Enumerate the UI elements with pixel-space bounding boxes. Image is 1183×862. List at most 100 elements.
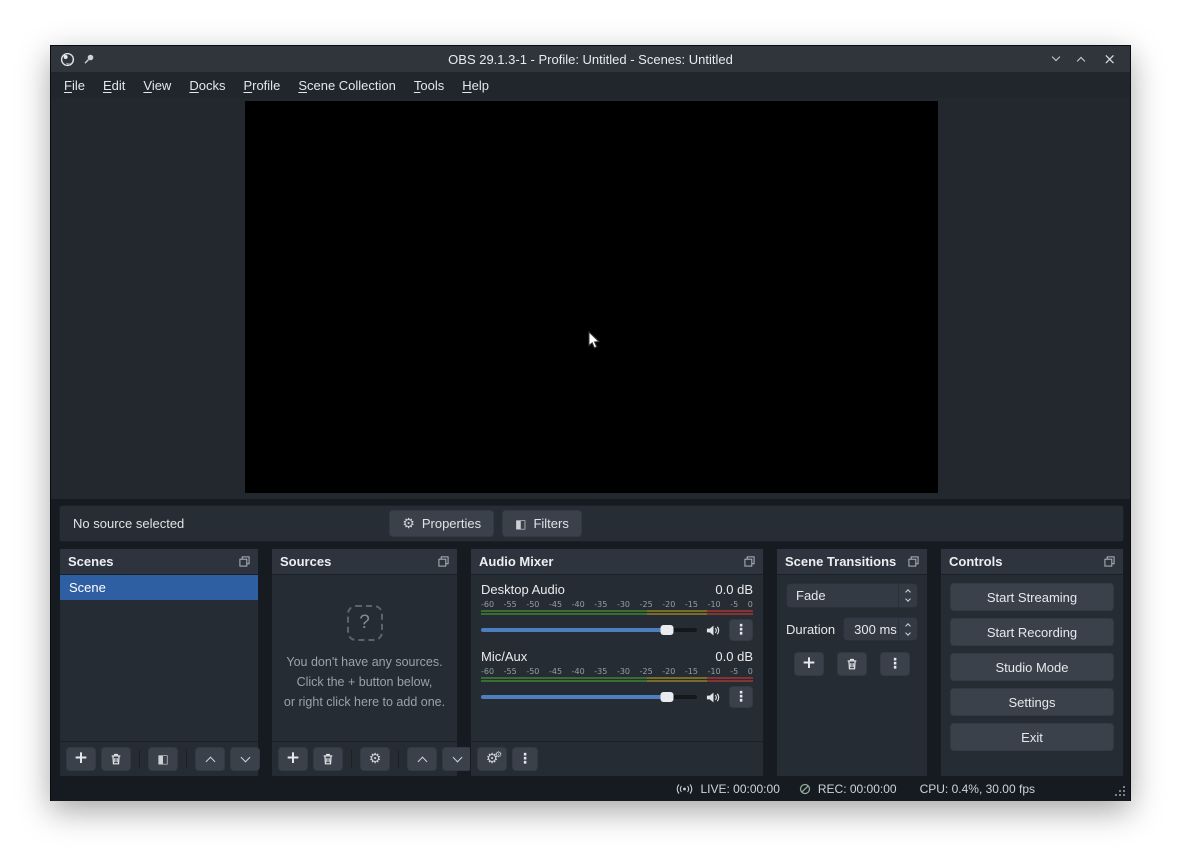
chevron-up-icon — [417, 756, 427, 766]
channel-options-button[interactable]: ⋮ — [729, 686, 753, 708]
window-minimize-icon[interactable] — [1052, 52, 1061, 62]
meter-tick-label: 0 — [747, 667, 753, 676]
menu-item-view[interactable]: View — [134, 74, 180, 97]
transition-select-arrows[interactable] — [898, 584, 917, 607]
speaker-icon[interactable] — [705, 623, 721, 638]
transition-options-button[interactable]: ⋮ — [880, 652, 910, 676]
menu-item-help[interactable]: Help — [453, 74, 498, 97]
start-streaming-button[interactable]: Start Streaming — [950, 583, 1114, 611]
duration-label: Duration — [786, 621, 836, 637]
dock-popout-icon[interactable] — [239, 556, 250, 567]
properties-label: Properties — [421, 516, 482, 531]
mixer-options-button[interactable]: ⋮ — [512, 747, 538, 771]
dock-popout-icon[interactable] — [908, 556, 919, 567]
scenes-panel-title: Scenes — [68, 554, 114, 569]
window-maximize-icon[interactable] — [1077, 56, 1086, 66]
duration-spinbox[interactable]: 300 ms — [843, 617, 918, 641]
question-placeholder-icon: ? — [346, 605, 383, 642]
start-recording-button[interactable]: Start Recording — [950, 618, 1114, 646]
sources-panel-header[interactable]: Sources — [272, 549, 457, 575]
titlebar-left — [51, 52, 95, 67]
volume-slider[interactable] — [481, 692, 697, 702]
toolbar-separator — [186, 750, 187, 768]
preview-area — [51, 98, 1130, 499]
menu-item-edit[interactable]: Edit — [94, 74, 134, 97]
pin-icon[interactable] — [83, 53, 95, 65]
program-canvas[interactable] — [245, 101, 938, 493]
dock-popout-icon[interactable] — [438, 556, 449, 567]
volume-slider-handle[interactable] — [660, 625, 674, 635]
chevron-down-icon — [905, 596, 911, 602]
meter-tick-label: -5 — [730, 600, 739, 609]
scene-list-item[interactable]: Scene — [60, 575, 258, 600]
duration-spin-arrows[interactable] — [898, 618, 917, 640]
meter-tick-label: 0 — [747, 600, 753, 609]
add-source-button[interactable]: + — [278, 747, 308, 771]
meter-tick-label: -5 — [730, 667, 739, 676]
meter-scale: -60 -55 -50 -45 -40 -35 -30 -25 -20 -15 … — [481, 599, 753, 609]
duration-value: 300 ms — [854, 621, 897, 637]
window-controls: × — [1052, 51, 1130, 67]
menu-item-docks[interactable]: Docks — [180, 74, 234, 97]
audio-mixer-panel-header[interactable]: Audio Mixer — [471, 549, 763, 575]
scenes-panel: Scenes Scene + ◧ — [59, 548, 260, 777]
channel-options-button[interactable]: ⋮ — [729, 619, 753, 641]
exit-button[interactable]: Exit — [950, 723, 1114, 751]
rec-time: REC: 00:00:00 — [817, 782, 897, 796]
sources-empty-line: or right click here to add one. — [283, 694, 446, 709]
move-scene-down-button[interactable] — [230, 747, 260, 771]
filters-button[interactable]: ◧ Filters — [502, 510, 582, 537]
dock-popout-icon[interactable] — [1104, 556, 1115, 567]
speaker-icon[interactable] — [705, 690, 721, 705]
meter-tick-label: -10 — [707, 667, 721, 676]
move-scene-up-button[interactable] — [195, 747, 225, 771]
sources-empty-line: Click the + button below, — [296, 675, 433, 690]
menu-item-profile[interactable]: Profile — [234, 74, 289, 97]
sources-list[interactable]: ? You don't have any sources. Click the … — [272, 575, 457, 741]
meter-tick-label: -60 — [481, 667, 495, 676]
scenes-panel-header[interactable]: Scenes — [60, 549, 258, 575]
move-source-up-button[interactable] — [407, 747, 437, 771]
mixer-channel-desktop-audio: Desktop Audio 0.0 dB -60 -55 -50 -45 -40… — [481, 582, 753, 641]
window-close-icon[interactable]: × — [1103, 51, 1116, 67]
volume-slider-handle[interactable] — [660, 692, 674, 702]
gear-icon: ⚙ — [368, 751, 382, 767]
remove-scene-button[interactable] — [101, 747, 131, 771]
source-properties-button[interactable]: ⚙ — [360, 747, 390, 771]
filters-icon: ◧ — [515, 516, 527, 531]
advanced-audio-button[interactable]: ⚙ ⚙ — [477, 747, 507, 771]
chevron-down-icon — [905, 629, 911, 636]
window-title: OBS 29.1.3-1 - Profile: Untitled - Scene… — [448, 51, 733, 67]
broadcast-icon — [677, 784, 693, 794]
remove-source-button[interactable] — [313, 747, 343, 771]
obs-logo-icon — [60, 52, 75, 66]
menu-item-tools[interactable]: Tools — [405, 74, 453, 97]
transition-select[interactable]: Fade — [786, 583, 918, 608]
sources-panel-title: Sources — [280, 554, 332, 569]
titlebar[interactable]: OBS 29.1.3-1 - Profile: Untitled - Scene… — [51, 46, 1130, 72]
dock-row: Scenes Scene + ◧ Sources ? You don't hav… — [59, 548, 1124, 777]
plus-icon: + — [73, 747, 89, 768]
settings-button[interactable]: Settings — [950, 688, 1114, 716]
add-scene-button[interactable]: + — [66, 747, 96, 771]
remove-transition-button[interactable] — [837, 652, 867, 676]
add-transition-button[interactable]: + — [794, 652, 824, 676]
kebab-icon: ⋮ — [734, 689, 748, 705]
meter-tick-label: -55 — [503, 600, 517, 609]
controls-panel-header[interactable]: Controls — [941, 549, 1123, 575]
properties-button[interactable]: ⚙ Properties — [389, 510, 495, 537]
dock-popout-icon[interactable] — [744, 556, 755, 567]
meter-tick-label: -40 — [571, 600, 585, 609]
menu-item-file[interactable]: File — [55, 74, 94, 97]
menu-item-scene-collection[interactable]: Scene Collection — [289, 74, 405, 97]
move-source-down-button[interactable] — [442, 747, 472, 771]
obs-window: OBS 29.1.3-1 - Profile: Untitled - Scene… — [50, 45, 1131, 801]
studio-mode-button[interactable]: Studio Mode — [950, 653, 1114, 681]
volume-slider[interactable] — [481, 625, 697, 635]
scene-filters-button[interactable]: ◧ — [148, 747, 178, 771]
scene-transitions-panel-header[interactable]: Scene Transitions — [777, 549, 927, 575]
resize-grip[interactable] — [1123, 794, 1125, 796]
meter-tick-label: -50 — [526, 600, 540, 609]
scenes-list: Scene — [60, 575, 258, 741]
chevron-down-icon — [452, 752, 462, 762]
